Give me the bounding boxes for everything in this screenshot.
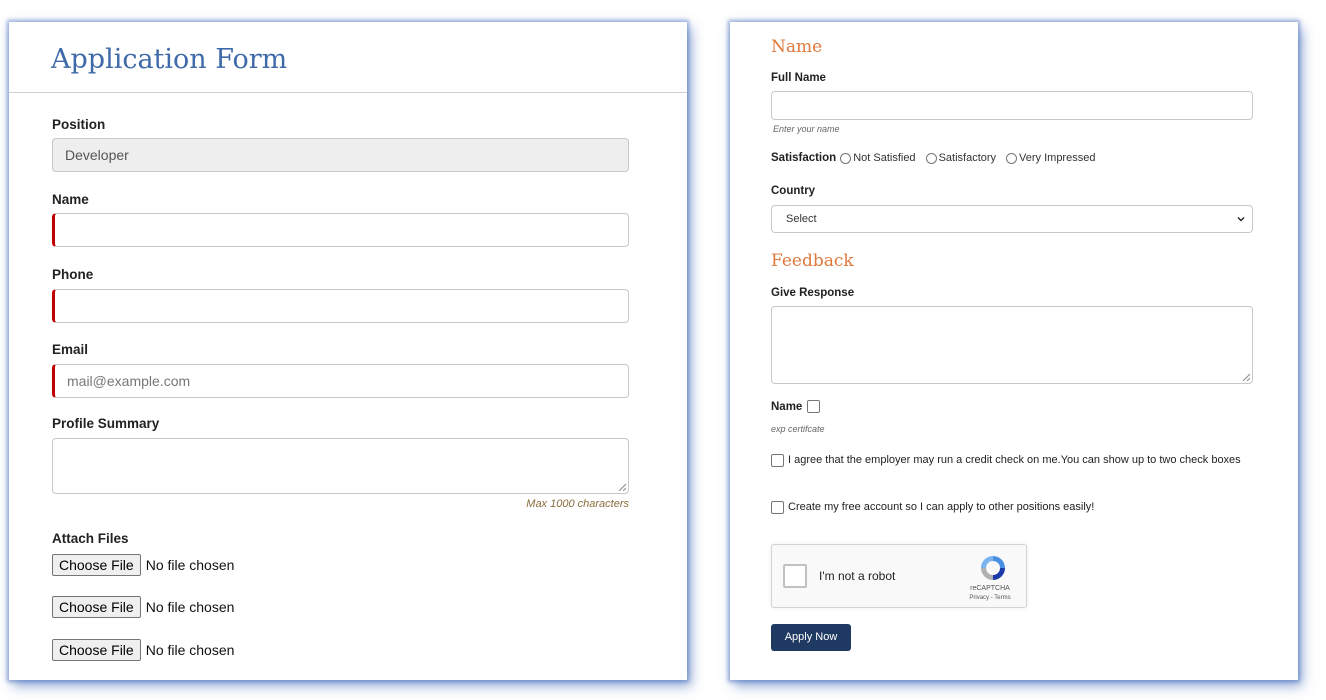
position-input: Developer (52, 138, 629, 172)
captcha-checkbox[interactable] (783, 564, 807, 588)
recaptcha-logo-icon (981, 556, 1005, 580)
radio-label: Very Impressed (1019, 152, 1096, 164)
position-label: Position (52, 117, 106, 132)
application-form-panel: Application Form Position Developer Name… (9, 22, 687, 680)
country-selected-value: Select (786, 213, 817, 225)
captcha-brand: reCAPTCHA (970, 585, 1010, 592)
choose-file-button[interactable]: Choose File (52, 596, 141, 618)
country-select[interactable]: Select (771, 205, 1253, 233)
resize-handle-icon[interactable] (618, 483, 626, 491)
title-divider (9, 92, 687, 93)
recaptcha-widget: I'm not a robot reCAPTCHA Privacy - Term… (771, 544, 1027, 608)
choose-file-button[interactable]: Choose File (52, 639, 141, 661)
name-checkbox[interactable] (807, 400, 821, 413)
radio-very-impressed[interactable] (1006, 152, 1018, 164)
chevron-down-icon (1237, 217, 1245, 222)
free-account-checkbox[interactable] (771, 501, 784, 514)
satisfaction-group: Satisfaction Not Satisfied Satisfactory … (771, 152, 1103, 164)
feedback-form-panel: Name Full Name Enter your name Satisfact… (730, 22, 1298, 680)
give-response-label: Give Response (771, 287, 855, 299)
credit-check-row: I agree that the employer may run a cred… (771, 452, 1261, 468)
captcha-privacy-terms[interactable]: Privacy - Terms (954, 595, 1026, 601)
phone-label: Phone (52, 267, 94, 282)
name-check-label: Name (771, 400, 803, 413)
file-input-row: Choose File No file chosen (52, 596, 234, 620)
profile-summary-label: Profile Summary (52, 416, 160, 431)
feedback-section-title: Feedback (771, 251, 854, 271)
file-input-row: Choose File No file chosen (52, 554, 234, 578)
full-name-label: Full Name (771, 72, 826, 84)
attach-files-label: Attach Files (52, 531, 129, 546)
free-account-text: Create my free account so I can apply to… (788, 501, 1095, 513)
name-input[interactable] (52, 213, 629, 247)
credit-check-checkbox[interactable] (771, 454, 784, 467)
apply-now-button[interactable]: Apply Now (771, 624, 851, 651)
page-title: Application Form (51, 44, 288, 75)
country-label: Country (771, 185, 816, 197)
phone-input[interactable] (52, 289, 629, 323)
full-name-hint: Enter your name (773, 124, 840, 134)
give-response-textarea[interactable] (771, 306, 1253, 384)
name-section-title: Name (771, 37, 823, 57)
free-account-row: Create my free account so I can apply to… (771, 499, 1261, 515)
name-label: Name (52, 192, 89, 207)
profile-summary-hint: Max 1000 characters (526, 498, 629, 510)
profile-summary-textarea[interactable] (52, 438, 629, 494)
email-label: Email (52, 342, 89, 357)
name-check-row: Name (771, 400, 821, 413)
file-input-row: Choose File No file chosen (52, 639, 234, 663)
radio-label: Satisfactory (938, 152, 997, 164)
credit-check-text: I agree that the employer may run a cred… (788, 454, 1241, 466)
name-check-hint: exp certifcate (771, 424, 825, 434)
radio-not-satisfied[interactable] (840, 152, 852, 164)
captcha-label: I'm not a robot (819, 569, 896, 583)
file-status: No file chosen (145, 557, 235, 573)
choose-file-button[interactable]: Choose File (52, 554, 141, 576)
email-input[interactable]: mail@example.com (52, 364, 629, 398)
file-status: No file chosen (145, 642, 235, 658)
resize-handle-icon[interactable] (1242, 373, 1250, 381)
full-name-input[interactable] (771, 91, 1253, 120)
file-status: No file chosen (145, 599, 235, 615)
radio-label: Not Satisfied (853, 152, 916, 164)
satisfaction-label: Satisfaction (771, 152, 837, 164)
radio-satisfactory[interactable] (925, 152, 937, 164)
